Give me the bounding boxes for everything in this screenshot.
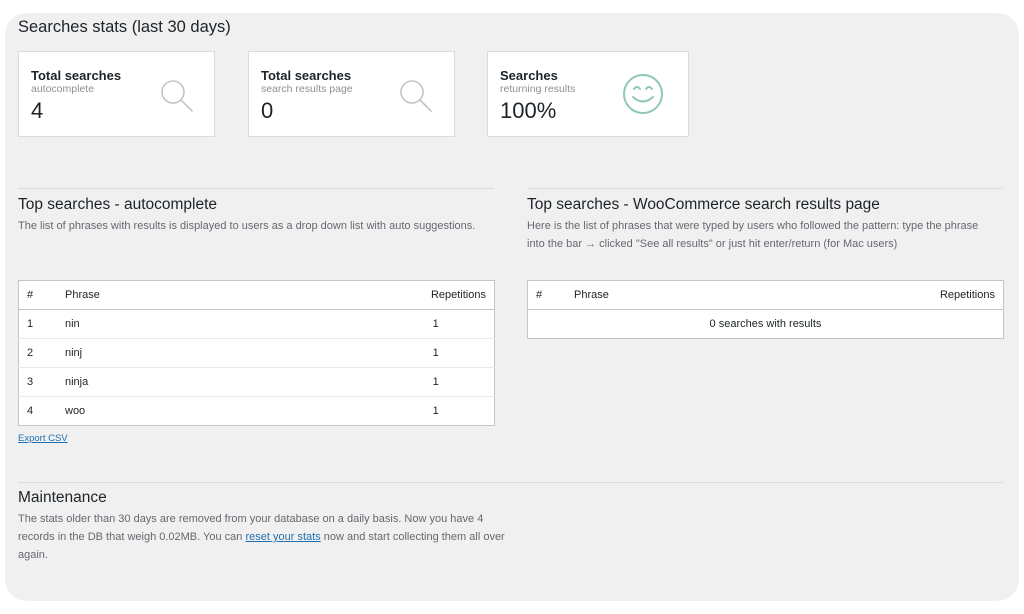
card-title: Total searches (261, 68, 352, 83)
row-repetitions: 1 (432, 405, 439, 417)
row-repetitions: 1 (125, 338, 495, 368)
card-value: 0 (261, 98, 274, 123)
results-page-section-title: Top searches - WooCommerce search result… (527, 196, 880, 213)
maintenance-text: The stats older than 30 days are removed… (18, 510, 518, 564)
column-header-number: # (527, 280, 566, 310)
autocomplete-section-title: Top searches - autocomplete (18, 196, 218, 213)
card-subtitle: search results page (261, 83, 353, 95)
row-number: 1 (18, 309, 57, 339)
export-csv-link[interactable]: Export CSV (18, 433, 68, 444)
row-phrase: ninja (57, 367, 126, 397)
section-divider (527, 188, 1003, 189)
column-header-phrase: Phrase (566, 280, 748, 310)
results-page-table: # Phrase Repetitions 0 searches with res… (527, 280, 1004, 339)
row-number: 4 (27, 405, 34, 417)
search-icon (398, 78, 434, 119)
empty-message: 0 searches with results (709, 318, 822, 330)
page-title: Searches stats (last 30 days) (18, 18, 231, 36)
row-phrase: nin (57, 309, 126, 339)
table-header-row: # Phrase Repetitions (527, 280, 1004, 310)
card-title: Total searches (31, 68, 122, 83)
smiley-icon (621, 72, 665, 121)
autocomplete-section-description: The list of phrases with results is disp… (18, 220, 476, 232)
row-number: 2 (18, 338, 57, 368)
table-row: 3 ninja 1 (18, 367, 495, 397)
card-title: Searches (500, 68, 558, 83)
column-header-repetitions: Repetitions (747, 280, 1004, 310)
card-value: 100% (500, 98, 557, 123)
search-icon (159, 78, 195, 119)
section-divider (18, 482, 1003, 483)
table-row: 2 ninj 1 (18, 338, 495, 368)
table-row-empty: 0 searches with results (528, 310, 1004, 339)
card-subtitle: returning results (500, 83, 576, 95)
card-value: 4 (31, 98, 44, 123)
row-number: 3 (18, 367, 57, 397)
column-header-phrase: Phrase (57, 280, 126, 310)
row-repetitions: 1 (125, 309, 495, 339)
row-phrase: ninj (57, 338, 126, 368)
card-total-results-page: Total searches search results page 0 (248, 51, 455, 137)
row-phrase: woo (65, 405, 86, 417)
card-searches-returning-results: Searches returning results 100% (487, 51, 689, 137)
card-subtitle: autocomplete (31, 83, 95, 95)
card-total-autocomplete: Total searches autocomplete 4 (18, 51, 215, 137)
reset-stats-link[interactable]: reset your stats (245, 531, 320, 543)
table-row: 1 nin 1 (18, 309, 495, 339)
column-header-number: # (18, 280, 57, 310)
column-header-repetitions: Repetitions (125, 280, 495, 310)
table-row: 4 woo 1 (19, 397, 495, 426)
table-header-row: # Phrase Repetitions (18, 280, 495, 310)
section-divider (18, 188, 494, 189)
autocomplete-table: # Phrase Repetitions 1 nin 1 2 ninj 1 3 … (18, 280, 495, 426)
row-repetitions: 1 (125, 367, 495, 397)
results-page-section-description: Here is the list of phrases that were ty… (527, 220, 979, 250)
maintenance-title: Maintenance (18, 489, 107, 506)
